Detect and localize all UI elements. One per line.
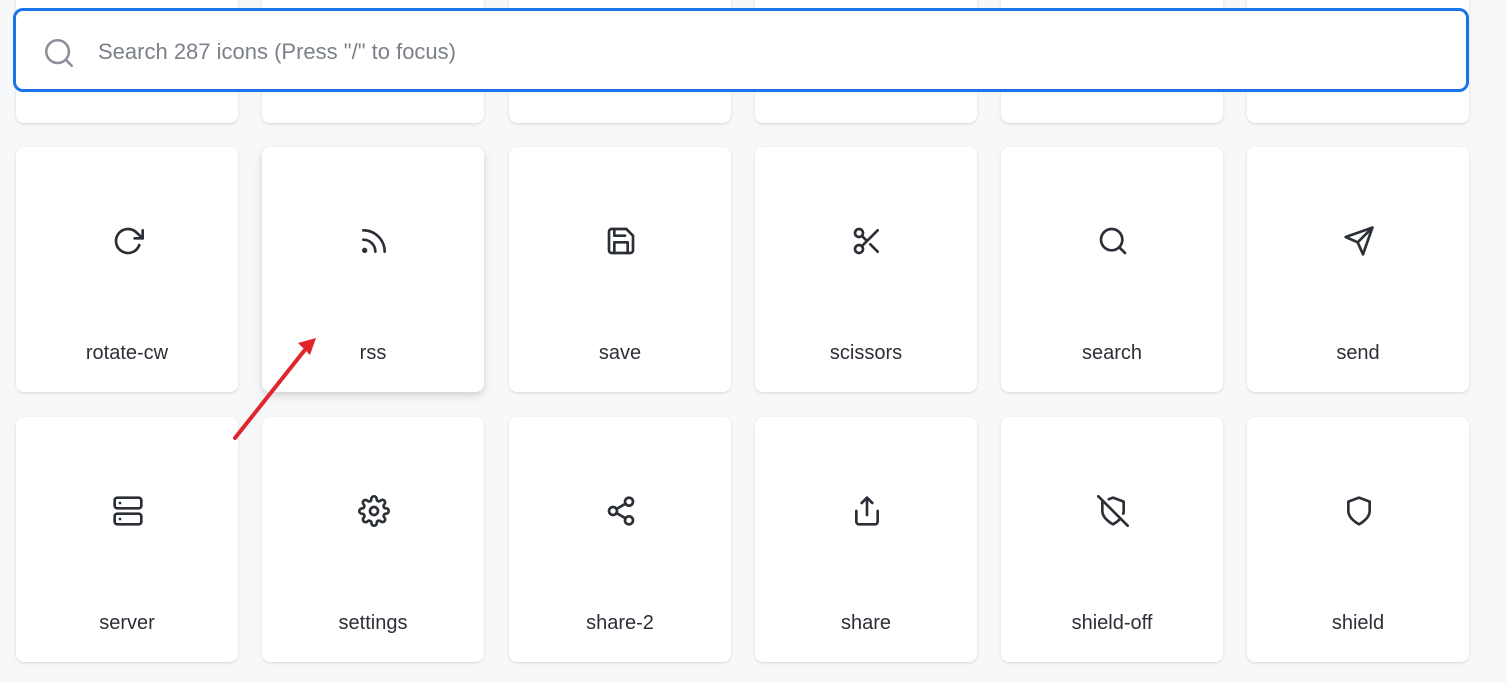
search-input-icon	[44, 38, 74, 68]
search-input[interactable]	[96, 21, 1440, 83]
icon-card-shield[interactable]: shield	[1247, 417, 1469, 662]
shield-off-icon	[1097, 495, 1129, 527]
settings-icon	[358, 495, 390, 527]
icon-card-label: search	[1081, 342, 1143, 364]
icon-card-server[interactable]: server	[16, 417, 238, 662]
icon-card-rotate-cw[interactable]: rotate-cw	[16, 147, 238, 392]
share-icon	[851, 495, 883, 527]
icon-card-save[interactable]: save	[509, 147, 731, 392]
scissors-icon	[851, 225, 883, 257]
icon-card-label: shield-off	[1071, 612, 1153, 634]
rss-icon	[358, 225, 390, 257]
icon-card-label: settings	[338, 612, 408, 634]
icon-card-label: rss	[359, 342, 387, 364]
icon-card-search[interactable]: search	[1001, 147, 1223, 392]
icon-card-label: shield	[1331, 612, 1385, 634]
server-icon	[112, 495, 144, 527]
icon-card-scissors[interactable]: scissors	[755, 147, 977, 392]
icon-card-share[interactable]: share	[755, 417, 977, 662]
icon-gallery-page: rotate-cw rss save scissors search send	[0, 0, 1506, 683]
scrollbar-track[interactable]	[1498, 0, 1506, 683]
icon-card-label: send	[1336, 342, 1380, 364]
rotate-cw-icon	[112, 225, 144, 257]
icon-card-settings[interactable]: settings	[262, 417, 484, 662]
icon-card-label: rotate-cw	[85, 342, 169, 364]
send-icon	[1343, 225, 1375, 257]
icon-card-label: save	[598, 342, 642, 364]
icon-card-send[interactable]: send	[1247, 147, 1469, 392]
icon-card-label: server	[99, 612, 155, 634]
save-icon	[605, 225, 637, 257]
share-2-icon	[605, 495, 637, 527]
icon-card-share-2[interactable]: share-2	[509, 417, 731, 662]
icon-card-label: share	[840, 612, 892, 634]
search-icon	[1097, 225, 1129, 257]
icon-card-shield-off[interactable]: shield-off	[1001, 417, 1223, 662]
search-box[interactable]	[13, 8, 1469, 92]
icon-card-label: share-2	[586, 612, 654, 634]
icon-card-rss[interactable]: rss	[262, 147, 484, 392]
shield-icon	[1343, 495, 1375, 527]
icon-card-label: scissors	[829, 342, 903, 364]
